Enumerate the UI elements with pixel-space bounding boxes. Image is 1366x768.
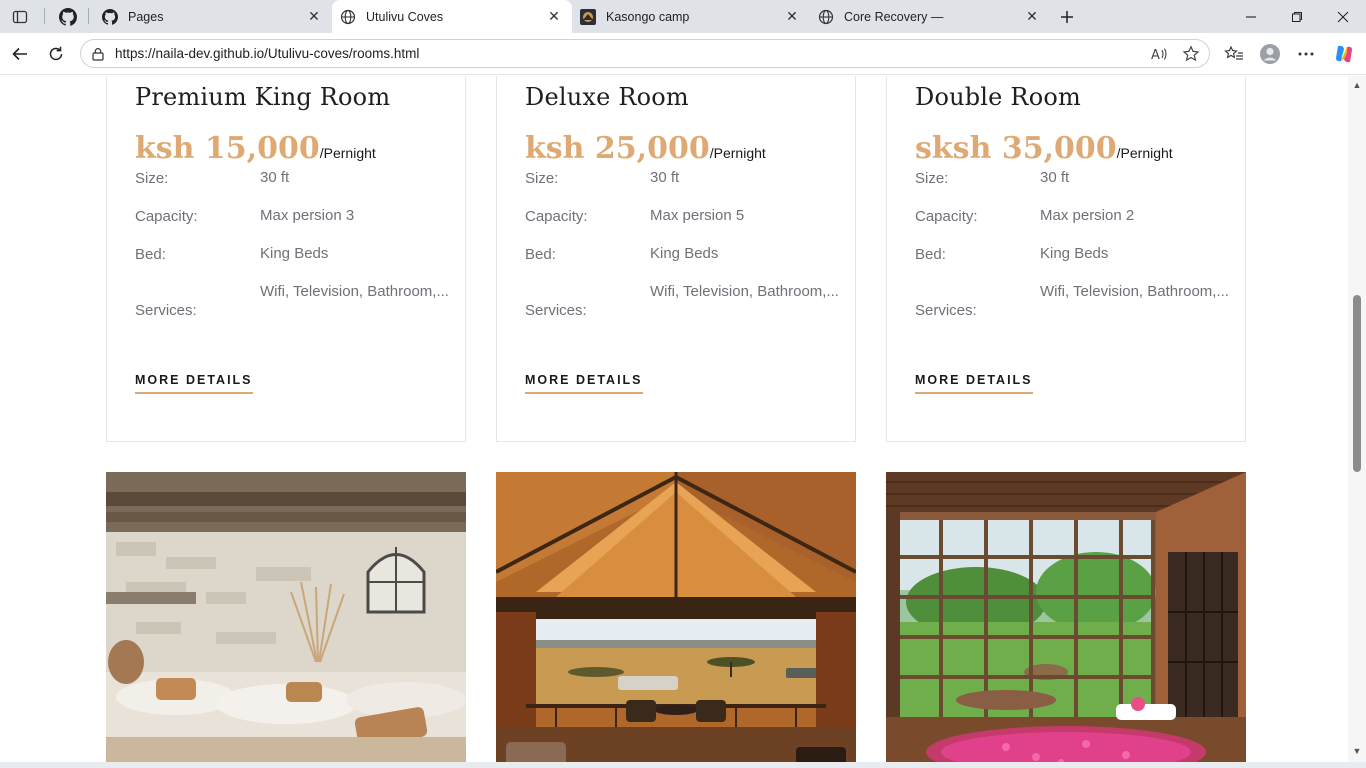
sidebar-toggle-icon[interactable] bbox=[8, 5, 32, 29]
tab-kasongo-camp[interactable]: Kasongo camp ✕ bbox=[572, 0, 810, 33]
spec-label: Bed: bbox=[135, 246, 166, 263]
price-unit: /Pernight bbox=[709, 145, 766, 161]
room-photo-safari-tent[interactable] bbox=[496, 472, 856, 762]
spec-value: 30 ft bbox=[1040, 169, 1070, 186]
close-window-icon[interactable] bbox=[1320, 0, 1366, 33]
more-details-link[interactable]: MORE DETAILS bbox=[915, 373, 1033, 394]
room-card-double: Double Room sksh 35,000/Pernight Size: 3… bbox=[886, 76, 1246, 442]
globe-icon bbox=[340, 9, 356, 25]
more-details-link[interactable]: MORE DETAILS bbox=[135, 373, 253, 394]
spec-value: King Beds bbox=[1040, 245, 1109, 262]
more-details-link[interactable]: MORE DETAILS bbox=[525, 373, 643, 394]
favorites-icon[interactable] bbox=[1221, 41, 1247, 67]
read-aloud-icon[interactable]: A bbox=[1149, 44, 1169, 64]
refresh-icon[interactable] bbox=[43, 41, 69, 67]
close-tab-icon[interactable]: ✕ bbox=[1022, 7, 1042, 27]
spec-value: Wifi, Television, Bathroom,... bbox=[260, 283, 449, 300]
more-options-icon[interactable] bbox=[1293, 41, 1319, 67]
page-viewport: Premium King Room ksh 15,000/Pernight Si… bbox=[0, 76, 1348, 762]
page-scrollbar[interactable]: ▲ ▼ bbox=[1348, 76, 1366, 762]
spec-label: Services: bbox=[525, 302, 587, 319]
tab-utulivu-coves[interactable]: Utulivu Coves ✕ bbox=[332, 0, 572, 33]
restore-icon[interactable] bbox=[1274, 0, 1320, 33]
spec-label: Capacity: bbox=[525, 208, 588, 225]
spec-value: Wifi, Television, Bathroom,... bbox=[1040, 283, 1229, 300]
spec-value: King Beds bbox=[260, 245, 329, 262]
spec-label: Size: bbox=[135, 170, 169, 187]
tab-title: Core Recovery — bbox=[844, 9, 944, 24]
room-title: Deluxe Room bbox=[525, 83, 689, 111]
spec-value: Max persion 5 bbox=[650, 207, 745, 224]
tab-pages[interactable]: Pages ✕ bbox=[94, 0, 332, 33]
spec-label: Bed: bbox=[915, 246, 946, 263]
tab-core-recovery[interactable]: Core Recovery — ✕ bbox=[810, 0, 1050, 33]
github-icon bbox=[102, 8, 118, 25]
tab-strip: Pages ✕ Utulivu Coves ✕ Kasongo camp ✕ C… bbox=[0, 0, 1366, 33]
spec-label: Size: bbox=[525, 170, 559, 187]
spec-label: Capacity: bbox=[135, 208, 198, 225]
address-bar[interactable]: https://naila-dev.github.io/Utulivu-cove… bbox=[80, 39, 1210, 68]
spec-value: 30 ft bbox=[260, 169, 290, 186]
scroll-down-icon[interactable]: ▼ bbox=[1352, 746, 1362, 756]
close-tab-icon[interactable]: ✕ bbox=[782, 7, 802, 27]
spec-value: Max persion 3 bbox=[260, 207, 355, 224]
globe-icon bbox=[818, 9, 834, 25]
room-photo-lodge-flower-bath[interactable] bbox=[886, 472, 1246, 762]
address-toolbar: https://naila-dev.github.io/Utulivu-cove… bbox=[0, 33, 1366, 75]
spec-label: Capacity: bbox=[915, 208, 978, 225]
window-bottom-edge bbox=[0, 762, 1366, 768]
scroll-up-icon[interactable]: ▲ bbox=[1352, 80, 1362, 90]
profile-avatar-icon[interactable] bbox=[1257, 41, 1283, 67]
spec-label: Services: bbox=[135, 302, 197, 319]
kasongo-favicon-icon bbox=[580, 8, 596, 25]
close-tab-icon[interactable]: ✕ bbox=[304, 7, 324, 27]
github-tab-icon[interactable] bbox=[56, 5, 80, 29]
spec-value: King Beds bbox=[650, 245, 719, 262]
tab-title: Kasongo camp bbox=[606, 9, 690, 24]
new-tab-icon[interactable] bbox=[1055, 5, 1079, 29]
tab-title: Pages bbox=[128, 9, 164, 24]
back-arrow-icon[interactable] bbox=[7, 41, 33, 67]
spec-value: Max persion 2 bbox=[1040, 207, 1135, 224]
site-info-icon[interactable] bbox=[90, 46, 106, 62]
svg-text:A: A bbox=[1151, 48, 1160, 62]
price-unit: /Pernight bbox=[319, 145, 376, 161]
spec-value: Wifi, Television, Bathroom,... bbox=[650, 283, 839, 300]
spec-label: Size: bbox=[915, 170, 949, 187]
spec-label: Bed: bbox=[525, 246, 556, 263]
room-photo-stone-lounge[interactable] bbox=[106, 472, 466, 762]
price-unit: /Pernight bbox=[1116, 145, 1173, 161]
spec-label: Services: bbox=[915, 302, 977, 319]
room-card-premium-king: Premium King Room ksh 15,000/Pernight Si… bbox=[106, 76, 466, 442]
favorite-star-icon[interactable] bbox=[1181, 44, 1201, 64]
minimize-icon[interactable] bbox=[1228, 0, 1274, 33]
room-title: Double Room bbox=[915, 83, 1081, 111]
scrollbar-thumb[interactable] bbox=[1353, 295, 1361, 472]
spec-value: 30 ft bbox=[650, 169, 680, 186]
copilot-icon[interactable] bbox=[1331, 41, 1357, 67]
room-card-deluxe: Deluxe Room ksh 25,000/Pernight Size: 30… bbox=[496, 76, 856, 442]
room-title: Premium King Room bbox=[135, 83, 391, 111]
close-tab-icon[interactable]: ✕ bbox=[544, 7, 564, 27]
tab-title: Utulivu Coves bbox=[366, 9, 444, 24]
url-text: https://naila-dev.github.io/Utulivu-cove… bbox=[115, 46, 420, 61]
